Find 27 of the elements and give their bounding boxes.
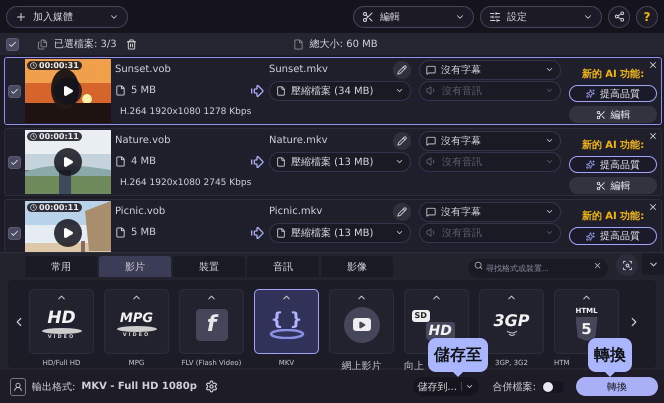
output-file-name: Sunset.mkv	[269, 64, 329, 76]
duration-badge: 00:00:11	[27, 203, 82, 212]
format-label: 向上	[404, 360, 424, 373]
output-format-value: MKV - Full HD 1080p	[81, 381, 197, 392]
selected-files-count: 已選檔案: 3/3	[54, 38, 117, 51]
output-format-label: 輸出格式:	[32, 380, 76, 394]
file-size: 5 MB	[131, 227, 156, 238]
save-to-tooltip: 儲存至	[428, 338, 488, 377]
codec-info: H.264 1920x1080 1278 Kbps	[120, 107, 252, 118]
source-file-name: Nature.vob	[115, 135, 170, 146]
file-size: 5 MB	[131, 85, 156, 96]
ai-feature-label: 新的 AI 功能:	[582, 138, 644, 152]
flash-icon: f	[196, 308, 228, 340]
source-file-name: Picnic.vob	[115, 206, 166, 218]
output-file-name: Picnic.mkv	[269, 206, 324, 218]
output-file-name: Nature.mkv	[269, 135, 329, 146]
ai-feature-label: 新的 AI 功能:	[582, 209, 644, 223]
duration-badge: 00:00:11	[27, 132, 82, 141]
source-file-name: Sunset.vob	[115, 64, 171, 76]
file-size: 4 MB	[131, 156, 156, 168]
total-size: 總大小: 60 MB	[310, 38, 378, 51]
codec-info: H.264 1920x1080 2745 Kbps	[120, 178, 252, 188]
ai-feature-label: 新的 AI 功能:	[582, 67, 644, 81]
merge-files-label: 合併檔案:	[492, 380, 536, 394]
convert-tooltip: 轉換	[588, 338, 632, 377]
duration-badge: 00:00:31	[27, 61, 82, 70]
format-label: 網上影片	[340, 360, 382, 373]
